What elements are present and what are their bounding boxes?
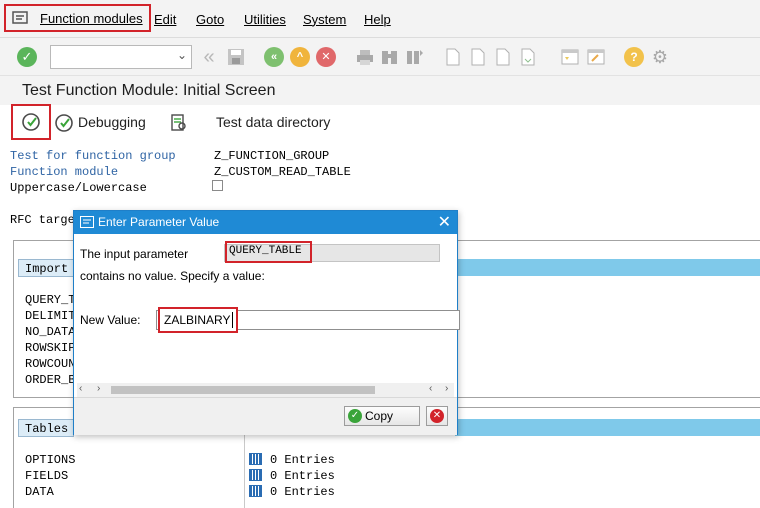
table-entries: 0 Entries [270,469,335,483]
page-title: Test Function Module: Initial Screen [22,82,276,99]
menu-function-modules[interactable]: Function modules [4,4,151,32]
import-header-bar [455,259,760,276]
scroll-right-end-icon[interactable]: › [445,383,448,394]
dialog-footer: ✓ Copy ✕ [74,397,457,435]
title-bar: Test Function Module: Initial Screen [0,76,760,105]
import-param[interactable]: QUERY_T [25,293,75,307]
scroll-left-end-icon[interactable]: ‹ [429,383,432,394]
debugging-icon[interactable] [54,113,74,136]
dialog-window-icon [80,216,94,228]
test-data-icon[interactable] [170,113,188,136]
shortcut-icon[interactable] [586,47,606,67]
table-entries: 0 Entries [270,485,335,499]
enter-icon[interactable]: ✓ [17,47,37,67]
menu-goto[interactable]: Goto [196,12,224,27]
uppercase-lowercase-checkbox[interactable] [212,180,223,191]
print-icon[interactable] [355,47,375,67]
close-icon[interactable]: ✕ [438,212,451,232]
uppercase-lowercase-label: Uppercase/Lowercase [10,181,147,195]
debugging-button[interactable]: Debugging [78,114,146,130]
import-header: Import [18,259,75,277]
menu-icon[interactable] [12,11,30,25]
save-icon[interactable] [226,47,246,67]
tables-column-divider [244,435,245,508]
command-field[interactable]: ⌄ [50,45,192,69]
no-value-message: contains no value. Specify a value: [80,269,265,283]
scroll-thumb[interactable] [111,386,375,394]
table-entries-icon[interactable] [249,468,268,482]
cancel-icon[interactable]: ✕ [316,47,336,67]
import-param[interactable]: ROWCOUN [25,357,75,371]
rfc-target-label: RFC targe [10,213,75,227]
enter-parameter-dialog: Enter Parameter Value ✕ The input parame… [73,210,460,435]
menu-edit[interactable]: Edit [154,12,176,27]
tables-header-bar [455,419,760,436]
table-name[interactable]: DATA [25,485,54,499]
cancel-x-icon: ✕ [430,409,444,423]
menu-function-modules-label[interactable]: Function modules [40,11,143,26]
execute-icon[interactable] [21,112,41,132]
exit-icon[interactable]: ^ [290,47,310,67]
menu-utilities[interactable]: Utilities [244,12,286,27]
prev-page-icon[interactable] [468,47,488,67]
dialog-title-bar[interactable]: Enter Parameter Value ✕ [74,211,457,234]
parameter-name: QUERY_TABLE [229,245,302,257]
function-module-value[interactable]: Z_CUSTOM_READ_TABLE [214,165,351,179]
test-data-directory-button[interactable]: Test data directory [216,114,330,130]
create-session-icon[interactable] [560,47,580,67]
dialog-title: Enter Parameter Value [98,215,220,229]
table-name[interactable]: OPTIONS [25,453,75,467]
parameter-name-highlight: QUERY_TABLE [225,241,312,263]
menu-bar: Function modules Edit Goto Utilities Sys… [0,0,760,38]
menu-system[interactable]: System [303,12,346,27]
copy-button-label: Copy [365,409,394,423]
next-page-icon[interactable] [493,47,513,67]
function-module-label: Function module [10,165,119,179]
text-cursor [232,312,233,328]
execute-button[interactable] [11,104,51,140]
chevron-down-icon[interactable]: ⌄ [177,48,187,62]
table-entries-icon[interactable] [249,484,268,498]
settings-icon[interactable]: ⚙ [650,47,670,67]
table-entries: 0 Entries [270,453,335,467]
back-icon[interactable]: « [199,46,219,68]
import-param[interactable]: ROWSKIP [25,341,75,355]
back-nav-icon[interactable]: « [264,47,284,67]
input-parameter-label: The input parameter [80,247,189,261]
scroll-right-icon[interactable]: › [97,383,100,394]
horizontal-scrollbar[interactable]: ‹ › ‹ › [77,383,454,397]
tables-header: Tables [18,419,74,437]
import-param[interactable]: ORDER_B [25,373,75,387]
table-name[interactable]: FIELDS [25,469,68,483]
import-param[interactable]: NO_DATA [25,325,75,339]
function-group-value[interactable]: Z_FUNCTION_GROUP [214,149,329,163]
check-icon: ✓ [348,409,362,423]
import-header-label: Import [25,262,69,276]
menu-help[interactable]: Help [364,12,391,27]
first-page-icon[interactable] [443,47,463,67]
scroll-left-icon[interactable]: ‹ [79,383,82,394]
copy-button[interactable]: ✓ Copy [344,406,420,426]
table-entries-icon[interactable] [249,452,268,466]
import-param[interactable]: DELIMIT [25,309,75,323]
last-page-icon[interactable] [518,47,538,67]
function-group-label: Test for function group [10,149,176,163]
new-value-input[interactable]: ZALBINARY [164,313,230,327]
tables-header-label: Tables [25,422,69,436]
help-icon[interactable]: ? [624,47,644,67]
find-next-icon[interactable] [405,47,425,67]
cancel-button[interactable]: ✕ [426,406,448,426]
find-icon[interactable] [380,47,400,67]
new-value-highlight[interactable]: ZALBINARY [158,307,238,333]
new-value-label: New Value: [80,313,141,327]
